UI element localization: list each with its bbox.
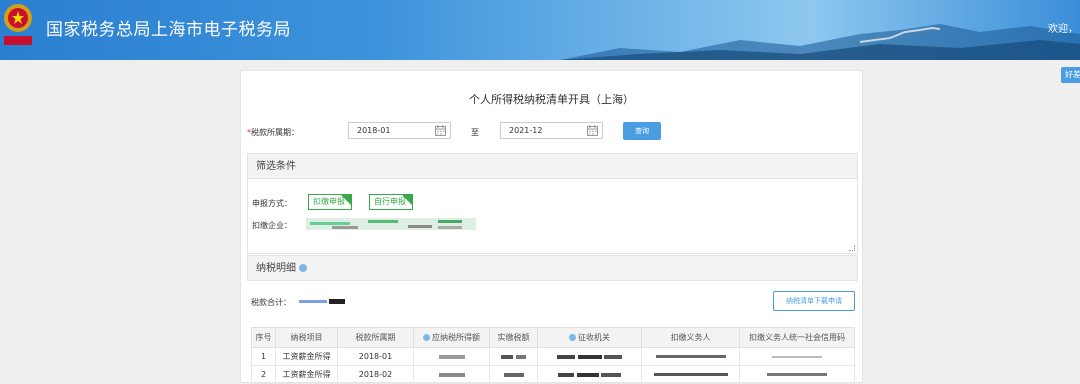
col-tax-authority-label: 征收机关 [578,333,610,342]
col-period: 税款所属期 [337,327,414,348]
calendar-icon[interactable] [435,125,446,136]
end-date-input[interactable]: 2021-12 [500,122,603,139]
great-wall-banner-image [560,24,1080,60]
row-item: 工资薪金所得 [275,365,338,384]
download-request-button[interactable]: 纳税清单下载申请 [773,291,855,311]
col-index: 序号 [251,327,276,348]
filter-heading: 筛选条件 [248,154,857,179]
start-date-input[interactable]: 2018-01 [348,122,451,139]
row-paid-redacted [489,347,538,366]
info-icon[interactable] [423,334,430,341]
col-withholder: 扣缴义务人 [641,327,740,348]
row-authority-redacted [537,365,642,384]
col-taxable-income: 应纳税所得额 [413,327,490,348]
resize-handle[interactable] [849,245,855,251]
declare-mode-label: 申报方式： [252,199,292,208]
period-label-text: 税款所属期： [251,128,299,137]
row-credit-code-redacted [739,347,855,366]
end-date-value: 2021-12 [509,126,543,135]
welcome-text: 欢迎， [1048,24,1078,35]
detail-heading-text: 纳税明细 [256,263,296,274]
national-emblem-icon [4,4,32,45]
calendar-icon[interactable] [587,125,598,136]
selected-corner-icon [341,195,351,205]
row-period: 2018-01 [337,347,414,366]
row-paid-redacted [489,365,538,384]
page-title: 个人所得税纳税清单开具（上海） [469,93,634,106]
info-icon[interactable] [299,264,307,272]
row-withholder-redacted [641,365,740,384]
query-button[interactable]: 查询 [623,122,661,140]
row-period: 2018-02 [337,365,414,384]
info-icon[interactable] [569,334,576,341]
site-title: 国家税务总局上海市电子税务局 [46,20,291,40]
row-withholder-redacted [641,347,740,366]
row-index: 1 [251,347,276,366]
table-header-row: 序号 纳税项目 税款所属期 应纳税所得额 实缴税额 征收机关 扣缴义务人 扣缴义… [251,327,855,348]
row-credit-code-redacted [739,365,855,384]
main-panel: 个人所得税纳税清单开具（上海） *税款所属期： 2018-01 至 2021-1… [240,70,863,384]
row-item: 工资薪金所得 [275,347,338,366]
withholder-label: 扣缴企业： [252,221,292,230]
detail-heading: 纳税明细 [247,255,858,281]
row-taxable-redacted [413,347,490,366]
col-paid-tax: 实缴税额 [489,327,538,348]
col-withholder-credit-code: 扣缴义务人统一社会信用码 [739,327,855,348]
table-row[interactable]: 1 工资薪金所得 2018-01 [251,347,855,366]
tax-total-label: 税款合计： [251,298,291,307]
row-index: 2 [251,365,276,384]
col-tax-authority: 征收机关 [537,327,642,348]
table-row[interactable]: 2 工资薪金所得 2018-02 [251,365,855,384]
top-banner: 国家税务总局上海市电子税务局 欢迎， [0,0,1080,60]
tax-detail-table: 序号 纳税项目 税款所属期 应纳税所得额 实缴税额 征收机关 扣缴义务人 扣缴义… [251,327,855,384]
col-taxable-income-label: 应纳税所得额 [432,333,480,342]
period-label: *税款所属期： [247,127,299,138]
row-taxable-redacted [413,365,490,384]
feedback-button[interactable]: 好差 [1061,67,1080,83]
filter-section: 筛选条件 申报方式： 扣缴申报 自行申报 扣缴企业： [247,153,858,254]
start-date-value: 2018-01 [357,126,391,135]
to-label: 至 [471,128,479,137]
tag-withholding-declare[interactable]: 扣缴申报 [308,194,352,210]
tag-self-declare[interactable]: 自行申报 [369,194,413,210]
row-authority-redacted [537,347,642,366]
selected-corner-icon [402,195,412,205]
col-item: 纳税项目 [275,327,338,348]
